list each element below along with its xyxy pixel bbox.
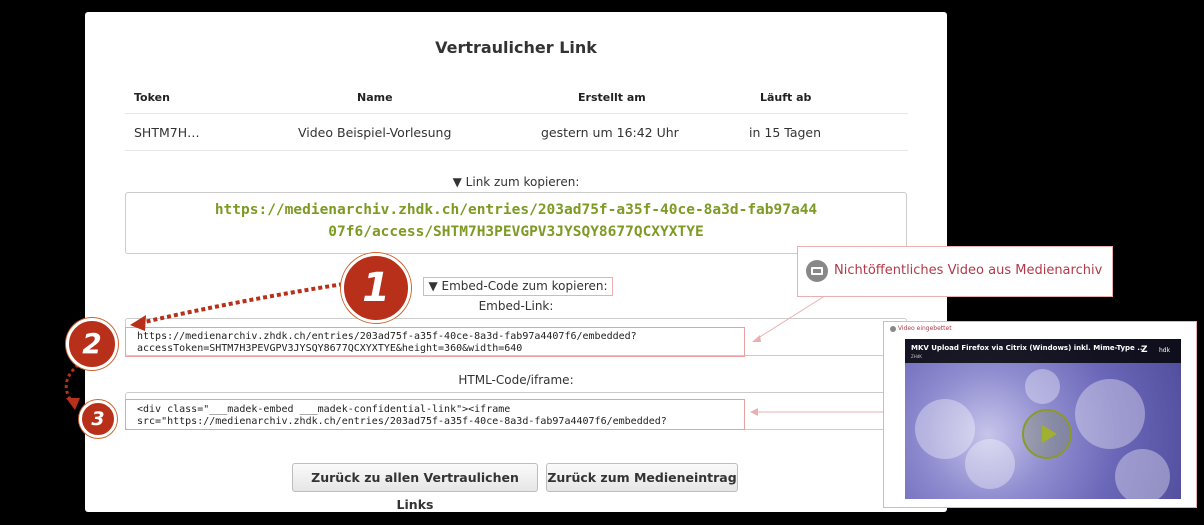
video-icon [806,260,828,282]
arrow-1-to-2 [139,281,351,325]
callout-text: Nichtöffentliches Video aus Medienarchiv [834,263,1103,278]
private-video-callout: Nichtöffentliches Video aus Medienarchiv [797,246,1113,297]
play-button[interactable] [1022,409,1072,459]
video-player[interactable]: MKV Upload Firefox via Citrix (Windows) … [905,339,1181,499]
logo-letter: Z [1141,345,1148,355]
preview-header-text: Video eingebettet [897,325,952,332]
video-title-bar: MKV Upload Firefox via Citrix (Windows) … [905,339,1181,363]
step-badge-1: 1 [341,253,411,323]
embedded-video-preview: Video eingebettet MKV Upload Firefox via… [883,321,1197,508]
logo-text: hdk [1159,347,1171,354]
callout-pointer-line [754,293,829,341]
video-title: MKV Upload Firefox via Citrix (Windows) … [911,344,1146,352]
play-icon [1042,425,1057,443]
arrow-head-1 [130,315,146,331]
video-subtitle: ZHdK [911,354,922,359]
preview-header: Video eingebettet [890,325,952,332]
callout-pointer-head [752,335,761,342]
video-small-icon [890,325,896,332]
preview-pointer-head [750,408,758,416]
step-badge-2: 2 [66,318,118,370]
arrow-head-2 [66,398,80,410]
step-badge-3: 3 [79,400,117,438]
